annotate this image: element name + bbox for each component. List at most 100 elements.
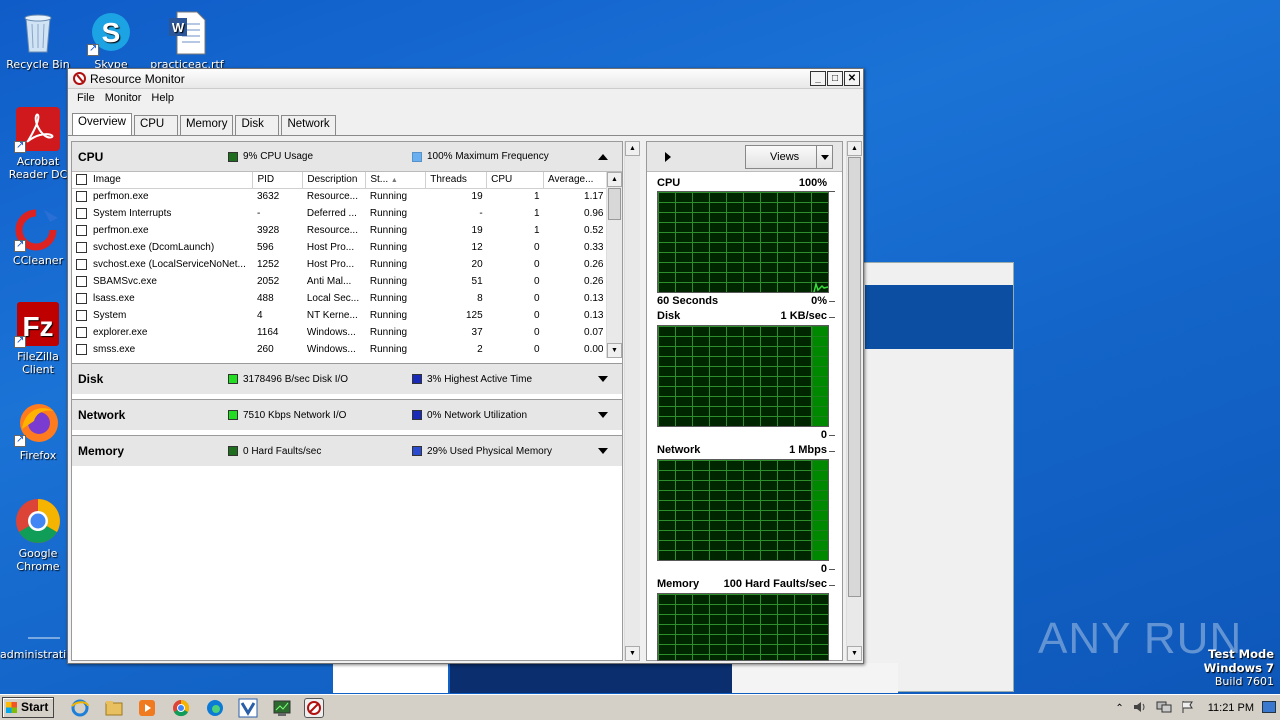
sound-icon[interactable] [1132, 700, 1148, 717]
row-checkbox[interactable] [76, 309, 87, 321]
left-pane-scrollbar[interactable]: ▲ ▼ [624, 141, 640, 661]
cpu-section-header[interactable]: CPU 9% CPU Usage 100% Maximum Frequency [72, 142, 622, 172]
column-description[interactable]: Description [302, 172, 367, 189]
views-dropdown[interactable]: Views [745, 145, 833, 169]
row-checkbox[interactable] [76, 241, 87, 253]
desktop-icon-skype[interactable]: S Skype [73, 8, 149, 71]
desktop-icon-label: Recycle Bin [6, 58, 70, 71]
column-image[interactable]: Image [72, 172, 254, 189]
scroll-up-icon[interactable]: ▲ [625, 141, 640, 156]
row-checkbox[interactable] [76, 224, 87, 236]
collapse-pane-icon[interactable] [665, 152, 671, 162]
minimize-button[interactable]: _ [810, 71, 826, 86]
desktop-icon-word-document[interactable]: W practiceac.rtf [149, 8, 225, 71]
row-checkbox[interactable] [76, 191, 87, 203]
memory-section-header[interactable]: Memory 0 Hard Faults/sec 29% Used Physic… [71, 435, 623, 466]
row-checkbox[interactable] [76, 258, 87, 270]
axis-tick [829, 301, 835, 302]
scroll-down-icon[interactable]: ▼ [625, 646, 640, 661]
show-hidden-icons-icon[interactable]: ⌃ [1115, 703, 1123, 714]
expand-arrow-icon[interactable] [598, 448, 608, 454]
row-checkbox[interactable] [76, 326, 87, 338]
tab-memory[interactable]: Memory [179, 115, 234, 135]
table-row[interactable]: explorer.exe 1164 Windows... Running 37 0 0.07 [72, 324, 608, 341]
menu-file[interactable]: File [72, 92, 100, 104]
scroll-up-icon[interactable]: ▲ [847, 141, 862, 156]
tab-network[interactable]: Network [281, 115, 336, 135]
maximize-button[interactable]: □ [827, 71, 843, 86]
desktop-icon-chrome[interactable]: Google Chrome [0, 497, 76, 573]
table-row[interactable]: perfmon.exe 3928 Resource... Running 19 1 0.52 [72, 222, 608, 239]
column-status[interactable]: St... ▲ [365, 172, 427, 189]
cell-image: lsass.exe [72, 290, 253, 307]
row-checkbox[interactable] [76, 207, 87, 219]
cell-description: Deferred ... [306, 208, 357, 219]
column-cpu[interactable]: CPU [486, 172, 544, 189]
cpu-graph-footer: 60 Seconds 0% [657, 295, 827, 307]
shortcut-arrow-icon [14, 238, 26, 252]
internet-explorer-icon[interactable] [70, 698, 90, 718]
show-desktop-icon[interactable] [1262, 701, 1276, 713]
cell-image: System Interrupts [72, 205, 253, 222]
table-row[interactable]: System Interrupts - Deferred ... Running -1 0… [72, 205, 608, 222]
resource-monitor-icon [73, 72, 86, 85]
tab-overview[interactable]: Overview [72, 113, 132, 135]
action-center-flag-icon[interactable] [1180, 700, 1194, 717]
resource-monitor-window[interactable]: Resource Monitor _ □ ✕ File Monitor Help… [67, 68, 864, 664]
menu-monitor[interactable]: Monitor [100, 92, 147, 104]
tab-cpu[interactable]: CPU [133, 115, 178, 135]
task-manager-icon[interactable] [272, 698, 292, 718]
tab-divider [68, 135, 863, 136]
scroll-up-icon[interactable]: ▲ [607, 172, 622, 187]
table-row[interactable]: System 4 NT Kerne... Running 125 0 0.13 [72, 307, 608, 324]
scroll-thumb[interactable] [848, 157, 861, 597]
cell-status: Running [369, 310, 408, 321]
row-checkbox[interactable] [76, 275, 87, 287]
process-table-scrollbar[interactable]: ▲ ▼ [606, 172, 622, 358]
file-explorer-icon[interactable] [104, 698, 124, 718]
network-section-header[interactable]: Network 7510 Kbps Network I/O 0% Network… [71, 399, 623, 430]
desktop-icon-recycle-bin[interactable]: Recycle Bin [0, 8, 76, 71]
scroll-thumb[interactable] [608, 188, 621, 220]
column-threads[interactable]: Threads [425, 172, 488, 189]
table-row[interactable]: svchost.exe (LocalServiceNoNet... 1252 Hos… [72, 256, 608, 273]
desktop-icon-firefox[interactable]: Firefox [0, 399, 76, 462]
table-row[interactable]: svchost.exe (DcomLaunch) 596 Host Pro... Ru… [72, 239, 608, 256]
resource-monitor-taskbar-icon[interactable] [304, 698, 324, 718]
row-checkbox[interactable] [76, 292, 87, 304]
collapse-arrow-icon[interactable] [598, 153, 608, 160]
cell-threads: 20 [471, 259, 483, 270]
desktop-icon-ccleaner[interactable]: CCleaner [0, 204, 76, 267]
start-button[interactable]: Start [2, 697, 54, 718]
clock[interactable]: 11:21 PM [1208, 702, 1254, 714]
disk-section-header[interactable]: Disk 3178496 B/sec Disk I/O 3% Highest A… [71, 363, 623, 394]
scroll-down-icon[interactable]: ▼ [847, 646, 862, 661]
network-status-icon[interactable] [1156, 700, 1172, 717]
media-player-icon[interactable] [137, 698, 157, 718]
expand-arrow-icon[interactable] [598, 412, 608, 418]
background-window[interactable] [862, 262, 1014, 692]
table-row[interactable]: perfmon.exe 3632 Resource... Running 19 1 1.17 [72, 188, 608, 205]
cell-image: svchost.exe (LocalServiceNoNet... [72, 256, 253, 273]
column-average-cpu[interactable]: Average... [543, 172, 608, 189]
title-bar[interactable]: Resource Monitor _ □ ✕ [68, 69, 863, 89]
expand-arrow-icon[interactable] [598, 376, 608, 382]
column-pid[interactable]: PID [252, 172, 304, 189]
desktop-icon-acrobat[interactable]: Acrobat Reader DC [0, 105, 76, 181]
graphs-pane-scrollbar[interactable]: ▲ ▼ [846, 141, 862, 661]
table-row[interactable]: lsass.exe 488 Local Sec... Running 8 0 0.13 [72, 290, 608, 307]
table-row[interactable]: SBAMSvc.exe 2052 Anti Mal... Running 51 0 0.26 [72, 273, 608, 290]
menu-help[interactable]: Help [146, 92, 179, 104]
cpu-usage-text: 9% CPU Usage [243, 151, 314, 162]
close-button[interactable]: ✕ [844, 71, 860, 86]
select-all-checkbox[interactable] [76, 174, 87, 186]
table-row[interactable]: smss.exe 260 Windows... Running 2 0 0.00 [72, 341, 608, 358]
desktop-icon-admin-file[interactable]: administrati... [0, 598, 77, 661]
edge-icon[interactable] [205, 698, 225, 718]
desktop-icon-filezilla[interactable]: Fz FileZilla Client [0, 300, 76, 376]
tab-disk[interactable]: Disk [235, 115, 280, 135]
chrome-taskbar-icon[interactable] [171, 698, 191, 718]
scroll-down-icon[interactable]: ▼ [607, 343, 622, 358]
row-checkbox[interactable] [76, 343, 87, 355]
vpn-app-icon[interactable] [238, 698, 258, 718]
